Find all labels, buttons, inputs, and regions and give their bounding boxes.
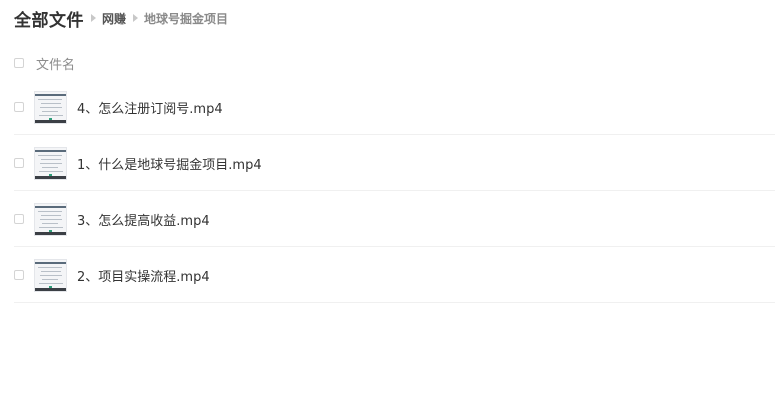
- breadcrumb-root-link[interactable]: 全部文件: [14, 6, 84, 31]
- breadcrumb-separator-icon: [133, 14, 139, 22]
- breadcrumb-current: 地球号掘金项目: [144, 11, 229, 26]
- column-header-filename[interactable]: 文件名: [36, 54, 75, 73]
- breadcrumb: 全部文件 网赚 地球号掘金项目: [14, 6, 229, 31]
- breadcrumb-separator-icon: [91, 14, 96, 22]
- video-thumbnail-icon[interactable]: [34, 146, 67, 180]
- file-checkbox[interactable]: [14, 102, 24, 112]
- file-name-link[interactable]: 1、什么是地球号掘金项目.mp4: [77, 154, 262, 173]
- file-name-link[interactable]: 3、怎么提高收益.mp4: [77, 210, 210, 229]
- file-list: 4、怎么注册订阅号.mp4 1、什么是地球号掘金项目.mp4 3、怎么提高收益.…: [0, 79, 775, 303]
- file-row[interactable]: 3、怎么提高收益.mp4: [0, 191, 775, 247]
- file-row[interactable]: 4、怎么注册订阅号.mp4: [0, 79, 775, 135]
- file-name-link[interactable]: 4、怎么注册订阅号.mp4: [77, 98, 223, 117]
- file-checkbox[interactable]: [14, 214, 24, 224]
- file-row[interactable]: 1、什么是地球号掘金项目.mp4: [0, 135, 775, 191]
- video-thumbnail-icon[interactable]: [34, 258, 67, 292]
- file-checkbox[interactable]: [14, 158, 24, 168]
- file-checkbox[interactable]: [14, 270, 24, 280]
- file-browser-page: 全部文件 网赚 地球号掘金项目 文件名 4、怎么注册订阅号.mp4 1、什么是地…: [0, 0, 775, 413]
- select-all-checkbox[interactable]: [14, 58, 24, 68]
- list-header: 文件名: [14, 54, 75, 73]
- file-row[interactable]: 2、项目实操流程.mp4: [0, 247, 775, 303]
- video-thumbnail-icon[interactable]: [34, 202, 67, 236]
- breadcrumb-middle-link[interactable]: 网赚: [102, 10, 126, 27]
- video-thumbnail-icon[interactable]: [34, 90, 67, 124]
- file-name-link[interactable]: 2、项目实操流程.mp4: [77, 266, 210, 285]
